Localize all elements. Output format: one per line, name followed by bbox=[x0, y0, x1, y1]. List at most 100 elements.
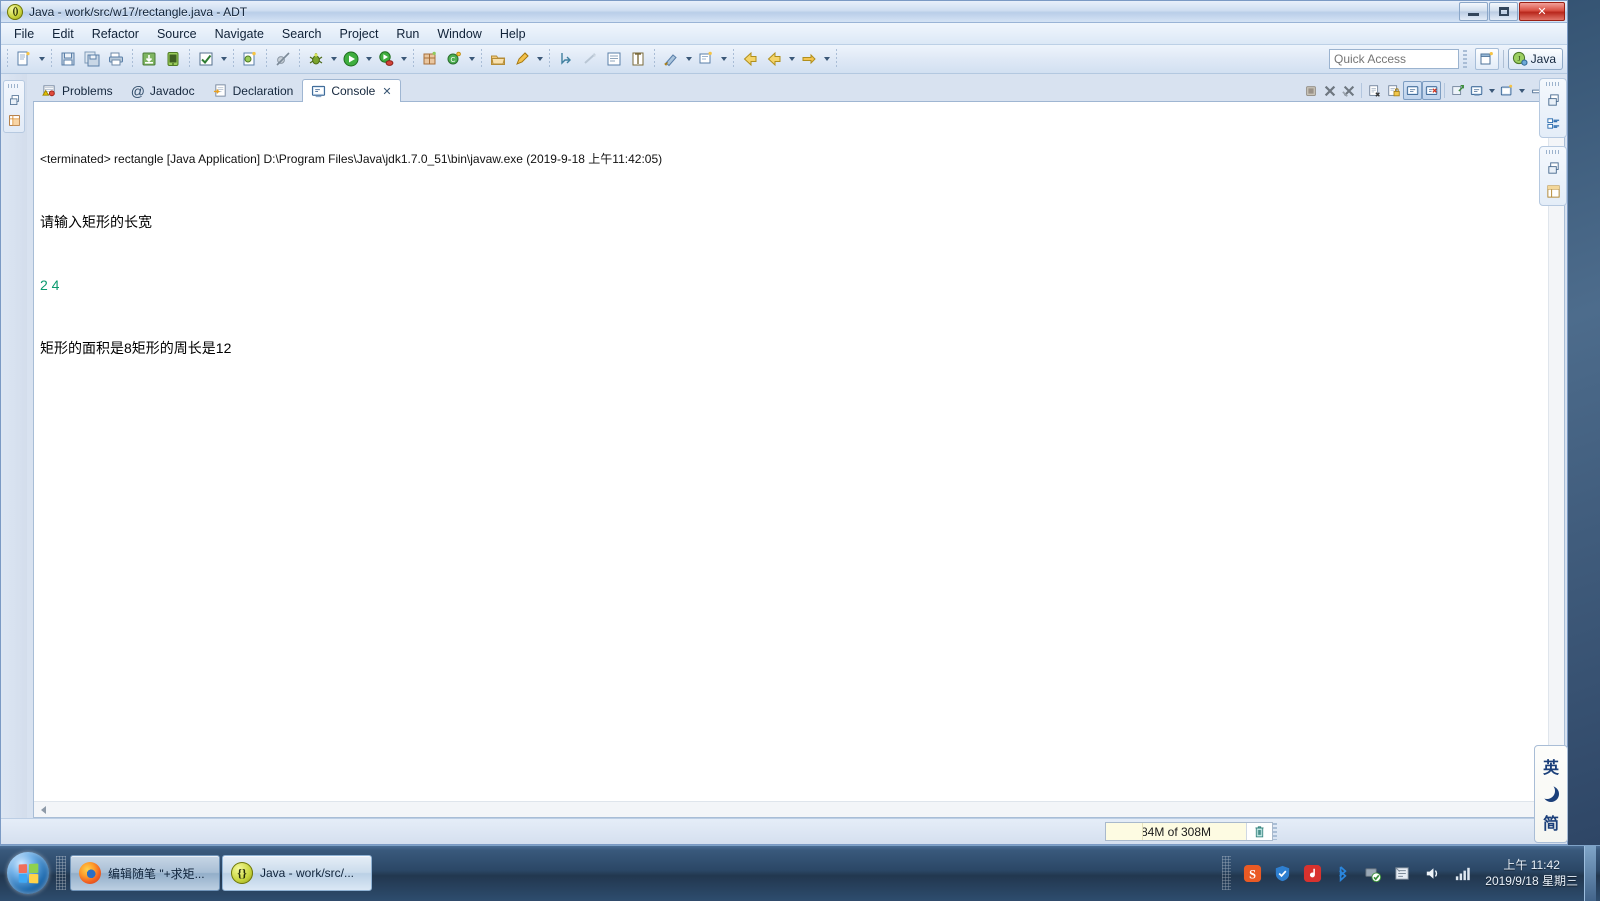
rail-grip[interactable] bbox=[1546, 150, 1560, 154]
android-icon[interactable] bbox=[162, 48, 184, 70]
forward-arrow-icon[interactable] bbox=[763, 48, 785, 70]
outline-icon[interactable] bbox=[1544, 114, 1562, 132]
scroll-left-icon[interactable] bbox=[34, 802, 49, 817]
menu-source[interactable]: Source bbox=[148, 24, 206, 44]
import-icon[interactable] bbox=[138, 48, 160, 70]
new-class-dropdown-arrow[interactable] bbox=[466, 48, 477, 70]
heap-status[interactable]: 84M of 308M bbox=[1105, 822, 1273, 841]
console-horizontal-scrollbar[interactable] bbox=[34, 801, 1564, 817]
shield-icon[interactable] bbox=[1271, 862, 1293, 884]
skip-breakpoints-icon[interactable] bbox=[272, 48, 294, 70]
close-icon[interactable]: ✕ bbox=[382, 85, 391, 98]
new-class-icon[interactable]: C bbox=[443, 48, 465, 70]
run-green-play-icon[interactable] bbox=[340, 48, 362, 70]
new-file-icon[interactable] bbox=[13, 48, 35, 70]
rail-grip[interactable] bbox=[1546, 82, 1560, 86]
show-console-stdout-icon[interactable] bbox=[1403, 81, 1422, 100]
previous-annotation-icon[interactable] bbox=[579, 48, 601, 70]
search-icon[interactable] bbox=[511, 48, 533, 70]
restore-icon[interactable] bbox=[6, 92, 22, 108]
pin-dropdown-arrow[interactable] bbox=[718, 48, 729, 70]
new-file-dropdown-arrow[interactable] bbox=[36, 48, 47, 70]
tab-problems[interactable]: Problems bbox=[33, 79, 122, 101]
external-tools-dropdown-arrow[interactable] bbox=[398, 48, 409, 70]
save-icon[interactable] bbox=[57, 48, 79, 70]
last-edit-dropdown-arrow[interactable] bbox=[683, 48, 694, 70]
menu-edit[interactable]: Edit bbox=[43, 24, 83, 44]
ime-english-mode[interactable]: 英 bbox=[1543, 754, 1559, 778]
close-button[interactable]: ✕ bbox=[1519, 2, 1565, 21]
pin-icon[interactable] bbox=[695, 48, 717, 70]
sogou-icon[interactable]: S bbox=[1241, 862, 1263, 884]
build-dropdown-arrow[interactable] bbox=[218, 48, 229, 70]
tab-declaration[interactable]: Declaration bbox=[204, 79, 303, 101]
menu-window[interactable]: Window bbox=[428, 24, 490, 44]
package-explorer-icon[interactable] bbox=[6, 112, 22, 128]
perspective-tab-java[interactable]: J Java bbox=[1508, 48, 1563, 70]
last-edit-icon[interactable] bbox=[660, 48, 682, 70]
next-annotation-icon[interactable] bbox=[555, 48, 577, 70]
menu-refactor[interactable]: Refactor bbox=[83, 24, 148, 44]
remove-launch-icon[interactable] bbox=[1320, 81, 1339, 100]
network-icon[interactable] bbox=[1451, 862, 1473, 884]
clear-console-icon[interactable] bbox=[1365, 81, 1384, 100]
display-console-icon[interactable] bbox=[1467, 81, 1486, 100]
remove-all-terminated-icon[interactable] bbox=[1339, 81, 1358, 100]
netease-music-icon[interactable] bbox=[1301, 862, 1323, 884]
start-button[interactable] bbox=[4, 851, 52, 895]
tab-javadoc[interactable]: @ Javadoc bbox=[122, 79, 204, 101]
minimize-button[interactable] bbox=[1459, 2, 1488, 21]
debug-bug-icon[interactable] bbox=[305, 48, 327, 70]
search-dropdown-arrow[interactable] bbox=[534, 48, 545, 70]
tray-grip[interactable] bbox=[1222, 856, 1231, 890]
display-console-dropdown-arrow[interactable] bbox=[1486, 81, 1497, 100]
run-dropdown-arrow[interactable] bbox=[363, 48, 374, 70]
menu-project[interactable]: Project bbox=[331, 24, 388, 44]
open-perspective-icon[interactable] bbox=[1475, 48, 1499, 70]
trash-icon[interactable] bbox=[1246, 823, 1272, 840]
menu-help[interactable]: Help bbox=[491, 24, 535, 44]
restore-icon[interactable] bbox=[1544, 91, 1562, 109]
task-list-icon[interactable] bbox=[1544, 182, 1562, 200]
whitespace-icon[interactable] bbox=[627, 48, 649, 70]
ime-simplified-chinese[interactable]: 简 bbox=[1543, 810, 1559, 834]
save-all-icon[interactable] bbox=[81, 48, 103, 70]
taskbar-grip[interactable] bbox=[56, 856, 66, 890]
taskbar-clock[interactable]: 上午 11:42 2019/9/18 星期三 bbox=[1485, 857, 1578, 889]
open-type-icon[interactable] bbox=[487, 48, 509, 70]
open-console-icon[interactable] bbox=[1497, 81, 1516, 100]
history-dropdown-arrow[interactable] bbox=[786, 48, 797, 70]
quick-access-input[interactable] bbox=[1329, 49, 1459, 69]
console-output[interactable]: <terminated> rectangle [Java Application… bbox=[34, 102, 1548, 801]
back-arrow-icon[interactable] bbox=[739, 48, 761, 70]
forward-arrow-icon-2[interactable] bbox=[798, 48, 820, 70]
show-desktop-button[interactable] bbox=[1584, 846, 1596, 901]
safe-eject-icon[interactable] bbox=[1361, 862, 1383, 884]
show-console-stderr-icon[interactable] bbox=[1422, 81, 1441, 100]
maximize-button[interactable] bbox=[1489, 2, 1518, 21]
external-tools-icon[interactable] bbox=[375, 48, 397, 70]
taskbar-item-firefox[interactable]: 编辑随笔 "+求矩... bbox=[70, 855, 220, 891]
print-icon[interactable] bbox=[105, 48, 127, 70]
rail-grip[interactable] bbox=[8, 84, 20, 88]
menu-run[interactable]: Run bbox=[387, 24, 428, 44]
menu-navigate[interactable]: Navigate bbox=[206, 24, 273, 44]
android-project-icon[interactable] bbox=[239, 48, 261, 70]
action-center-icon[interactable] bbox=[1391, 862, 1413, 884]
forward-dropdown-arrow[interactable] bbox=[821, 48, 832, 70]
tab-console[interactable]: Console ✕ bbox=[302, 79, 400, 102]
package-icon[interactable] bbox=[419, 48, 441, 70]
block-selection-icon[interactable] bbox=[603, 48, 625, 70]
terminate-icon[interactable] bbox=[1301, 81, 1320, 100]
scroll-lock-icon[interactable] bbox=[1384, 81, 1403, 100]
volume-icon[interactable] bbox=[1421, 862, 1443, 884]
debug-dropdown-arrow[interactable] bbox=[328, 48, 339, 70]
open-console-dropdown-arrow[interactable] bbox=[1516, 81, 1527, 100]
console-vertical-scrollbar[interactable] bbox=[1548, 102, 1564, 801]
menu-search[interactable]: Search bbox=[273, 24, 331, 44]
restore-icon[interactable] bbox=[1544, 159, 1562, 177]
pin-console-icon[interactable] bbox=[1448, 81, 1467, 100]
menu-file[interactable]: File bbox=[5, 24, 43, 44]
bluetooth-icon[interactable] bbox=[1331, 862, 1353, 884]
checkbox-icon[interactable] bbox=[195, 48, 217, 70]
